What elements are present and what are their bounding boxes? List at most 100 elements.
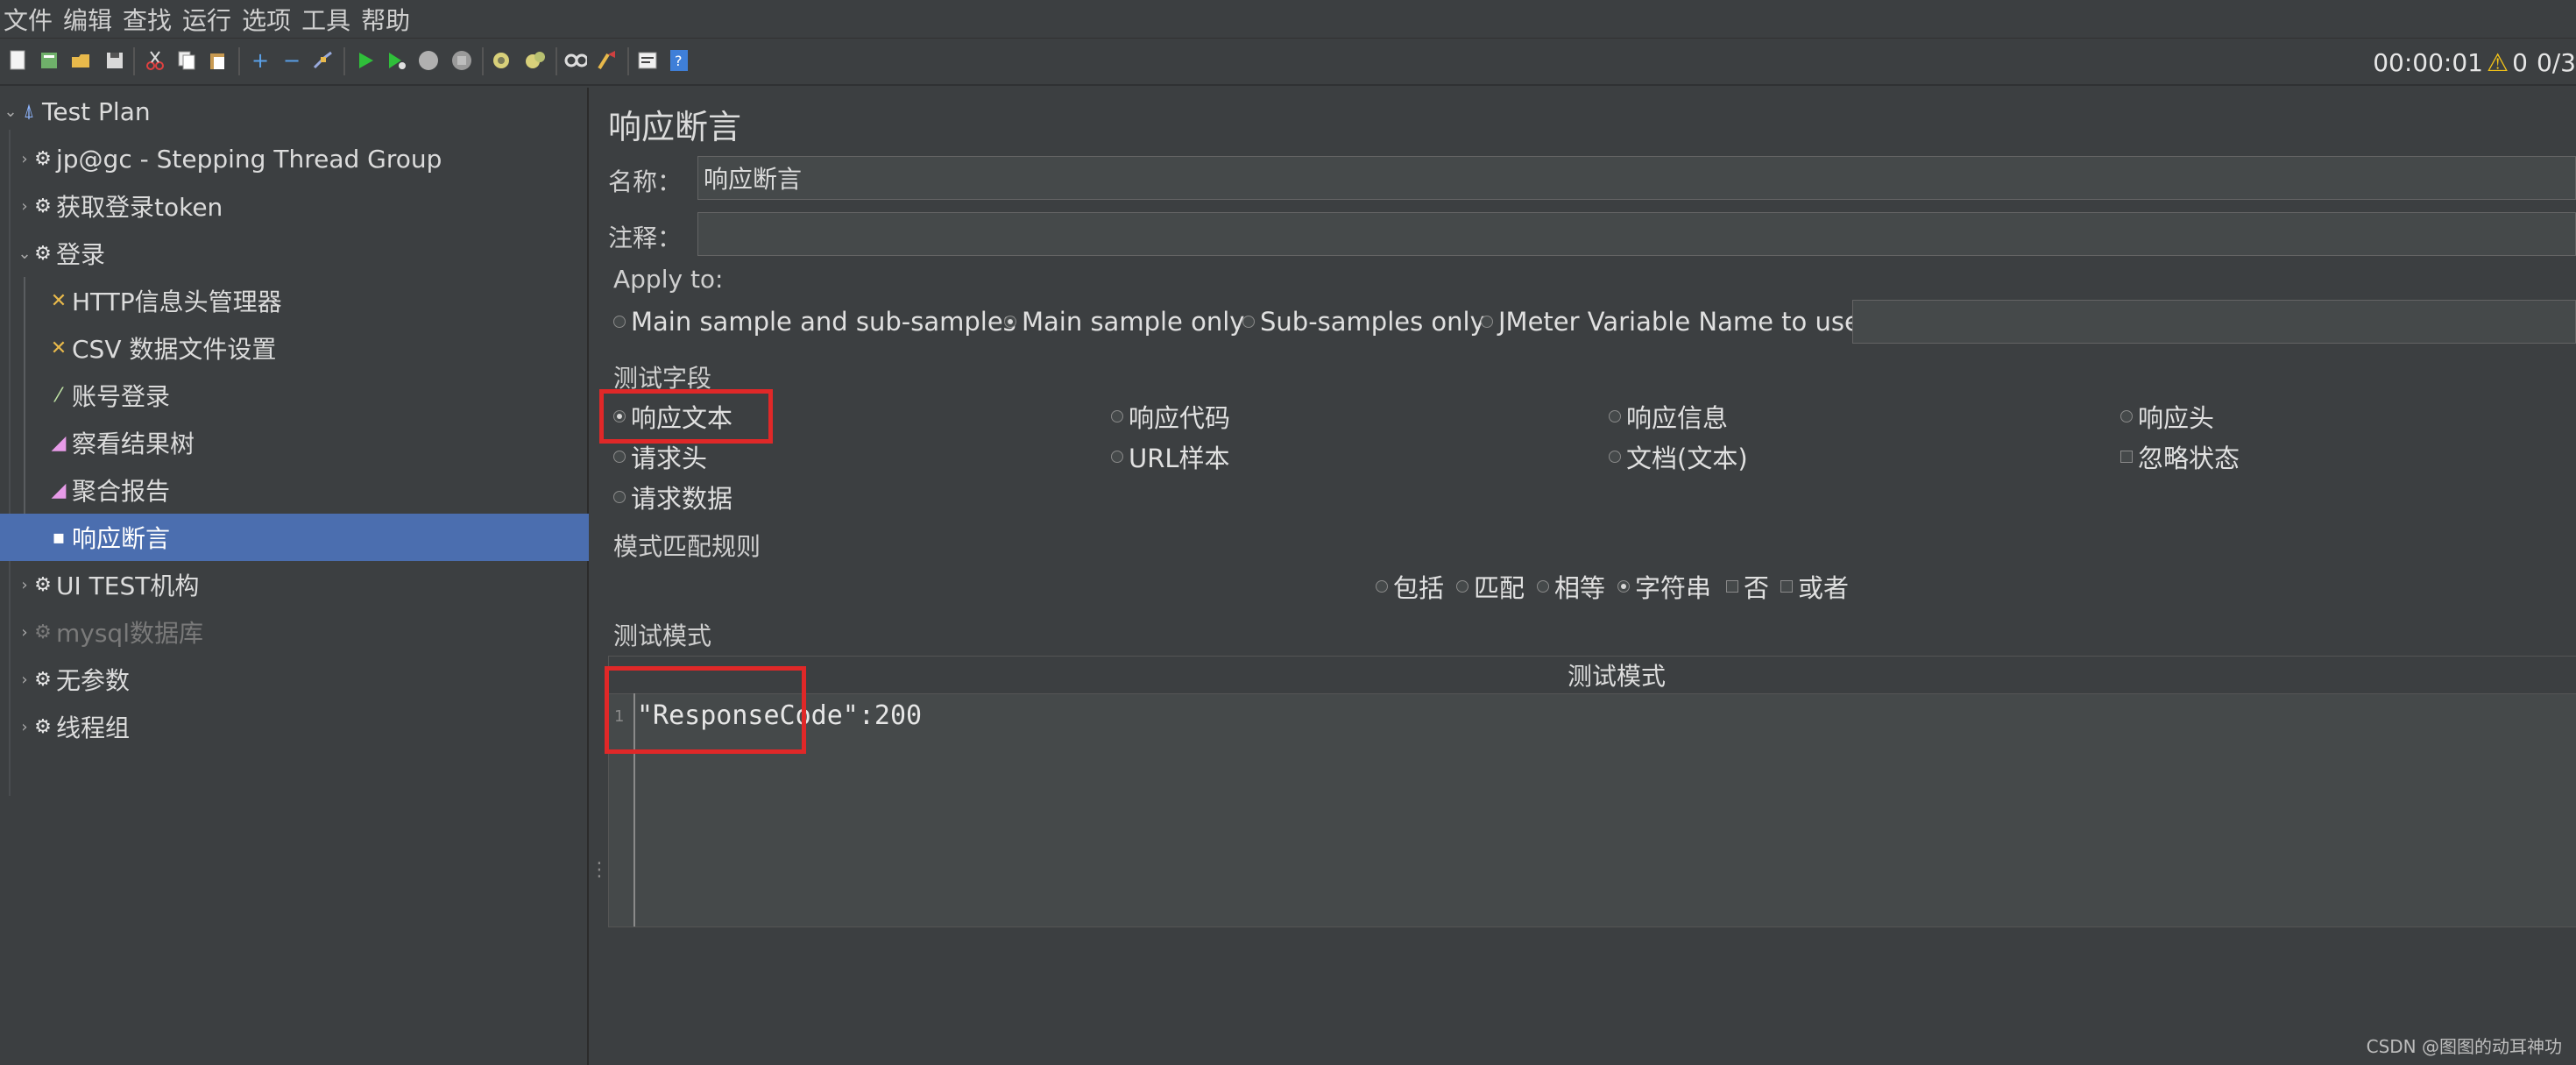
menu-help[interactable]: 帮助 <box>361 2 410 37</box>
radio-selected-icon <box>1617 580 1630 593</box>
apply-variable-radio[interactable]: JMeter Variable Name to use <box>1481 307 1860 337</box>
menu-file[interactable]: 文件 <box>4 2 53 37</box>
copy-icon[interactable] <box>175 48 198 73</box>
radio-icon <box>1609 410 1621 422</box>
tree-node-aggregate-report[interactable]: ◢ 聚合报告 <box>0 466 589 514</box>
paste-icon[interactable] <box>207 48 230 73</box>
chevron-right-icon[interactable]: › <box>16 150 33 168</box>
status-area: 00:00:01 ⚠ 0 0/3 <box>2373 39 2576 86</box>
menu-options[interactable]: 选项 <box>242 2 291 37</box>
apply-main-only-radio[interactable]: Main sample only <box>1004 307 1244 337</box>
tree-node-no-params[interactable]: › ⚙ 无参数 <box>0 656 589 703</box>
search-icon[interactable] <box>564 48 587 73</box>
menu-run[interactable]: 运行 <box>182 2 231 37</box>
tree-node-thread-group[interactable]: › ⚙ 线程组 <box>0 703 589 750</box>
tree-node-ui-test[interactable]: › ⚙ UI TEST机构 <box>0 561 589 608</box>
menu-edit[interactable]: 编辑 <box>63 2 112 37</box>
apply-sub-only-radio[interactable]: Sub-samples only <box>1242 307 1485 337</box>
sampler-icon: ⁄ <box>57 384 60 407</box>
field-url-sampled-radio[interactable]: URL样本 <box>1111 438 1230 475</box>
chevron-right-icon[interactable]: › <box>16 623 33 642</box>
svg-text:?: ? <box>675 53 683 69</box>
chevron-right-icon[interactable]: › <box>16 197 33 216</box>
menu-search[interactable]: 查找 <box>123 2 172 37</box>
field-document-radio[interactable]: 文档(文本) <box>1609 438 1748 475</box>
not-checkbox[interactable]: 否 <box>1726 568 1769 605</box>
reset-search-icon[interactable] <box>596 48 619 73</box>
patterns-column-header: 测试模式 <box>609 657 2576 694</box>
start-no-pause-icon[interactable] <box>386 48 408 73</box>
warning-count: 0 <box>2512 47 2528 77</box>
chevron-right-icon[interactable]: › <box>16 718 33 736</box>
tree-node-account-login[interactable]: ⁄ 账号登录 <box>0 372 589 419</box>
match-equals-radio[interactable]: 相等 <box>1537 568 1605 605</box>
new-icon[interactable] <box>7 48 30 73</box>
chevron-right-icon[interactable]: › <box>16 576 33 594</box>
stop-icon[interactable] <box>417 48 440 73</box>
variable-name-field[interactable] <box>1852 300 2576 344</box>
apply-main-and-sub-radio[interactable]: Main sample and sub-samples <box>613 307 1016 337</box>
patterns-section-label: 测试模式 <box>613 621 712 650</box>
checkbox-icon <box>1726 580 1738 593</box>
assertion-icon: ▪ <box>52 526 66 549</box>
radio-icon <box>613 316 626 328</box>
templates-icon[interactable] <box>39 48 61 73</box>
name-field[interactable]: 响应断言 <box>697 156 2576 200</box>
toolbar: + − ? <box>0 39 2576 86</box>
tree-node-view-results-tree[interactable]: ◢ 察看结果树 <box>0 419 589 466</box>
tree-node-test-plan[interactable]: ⌄ ⍋ Test Plan <box>0 88 589 135</box>
chevron-right-icon[interactable]: › <box>16 671 33 689</box>
menu-tools[interactable]: 工具 <box>301 2 350 37</box>
field-request-data-radio[interactable]: 请求数据 <box>613 479 732 515</box>
config-icon: ✕ <box>50 289 67 312</box>
tree-node-csv-data-set[interactable]: ✕ CSV 数据文件设置 <box>0 324 589 372</box>
test-plan-icon: ⍋ <box>23 100 35 123</box>
tree-node-http-header-manager[interactable]: ✕ HTTP信息头管理器 <box>0 277 589 324</box>
field-request-headers-radio[interactable]: 请求头 <box>613 438 707 475</box>
gear-icon: ⚙ <box>34 242 52 265</box>
radio-icon <box>1242 316 1255 328</box>
highlight-box <box>605 666 806 754</box>
watermark: CSDN @图图的动耳神功 <box>2366 1036 2562 1057</box>
gear-icon: ⚙ <box>34 715 52 738</box>
help-icon[interactable]: ? <box>668 48 690 73</box>
start-icon[interactable] <box>354 48 377 73</box>
match-substring-radio[interactable]: 字符串 <box>1617 568 1711 605</box>
listener-icon: ◢ <box>51 431 67 454</box>
panel-title: 响应断言 <box>608 108 742 146</box>
tree-node-mysql[interactable]: › ⚙ mysql数据库 <box>0 608 589 656</box>
comment-field[interactable] <box>697 212 2576 256</box>
patterns-table[interactable]: 测试模式 1 "ResponseCode":200 <box>608 656 2576 927</box>
open-icon[interactable] <box>70 48 93 73</box>
match-matches-radio[interactable]: 匹配 <box>1456 568 1525 605</box>
split-pane-divider[interactable]: ⋮ <box>589 88 609 1065</box>
comment-label: 注释： <box>608 224 683 252</box>
save-icon[interactable] <box>103 48 126 73</box>
ignore-status-checkbox[interactable]: 忽略状态 <box>2120 438 2240 475</box>
elapsed-timer: 00:00:01 <box>2373 47 2483 77</box>
collapse-icon[interactable]: − <box>280 48 303 73</box>
tree-node-get-token[interactable]: › ⚙ 获取登录token <box>0 182 589 230</box>
field-response-code-radio[interactable]: 响应代码 <box>1111 398 1230 435</box>
checkbox-icon <box>2120 451 2133 463</box>
tree-node-stepping-thread-group[interactable]: › ⚙ jp@gc - Stepping Thread Group <box>0 135 589 182</box>
expand-icon[interactable]: + <box>249 48 272 73</box>
field-response-headers-radio[interactable]: 响应头 <box>2120 398 2214 435</box>
match-contains-radio[interactable]: 包括 <box>1376 568 1444 605</box>
warning-icon[interactable]: ⚠ <box>2487 48 2509 77</box>
tree-node-response-assertion[interactable]: ▪ 响应断言 <box>0 514 589 561</box>
toggle-icon[interactable] <box>312 48 335 73</box>
cut-icon[interactable] <box>144 48 166 73</box>
chevron-down-icon[interactable]: ⌄ <box>16 245 33 263</box>
clear-icon[interactable] <box>491 48 513 73</box>
menu-bar: 文件 编辑 查找 运行 选项 工具 帮助 <box>0 0 2576 39</box>
radio-icon <box>1456 580 1468 593</box>
tree-node-login[interactable]: ⌄ ⚙ 登录 <box>0 230 589 277</box>
function-helper-icon[interactable] <box>636 48 659 73</box>
chevron-down-icon[interactable]: ⌄ <box>2 103 19 121</box>
or-checkbox[interactable]: 或者 <box>1780 568 1849 605</box>
apply-to-label: Apply to: <box>613 265 724 294</box>
shutdown-icon[interactable] <box>450 48 473 73</box>
clear-all-icon[interactable] <box>524 48 547 73</box>
field-response-message-radio[interactable]: 响应信息 <box>1609 398 1728 435</box>
